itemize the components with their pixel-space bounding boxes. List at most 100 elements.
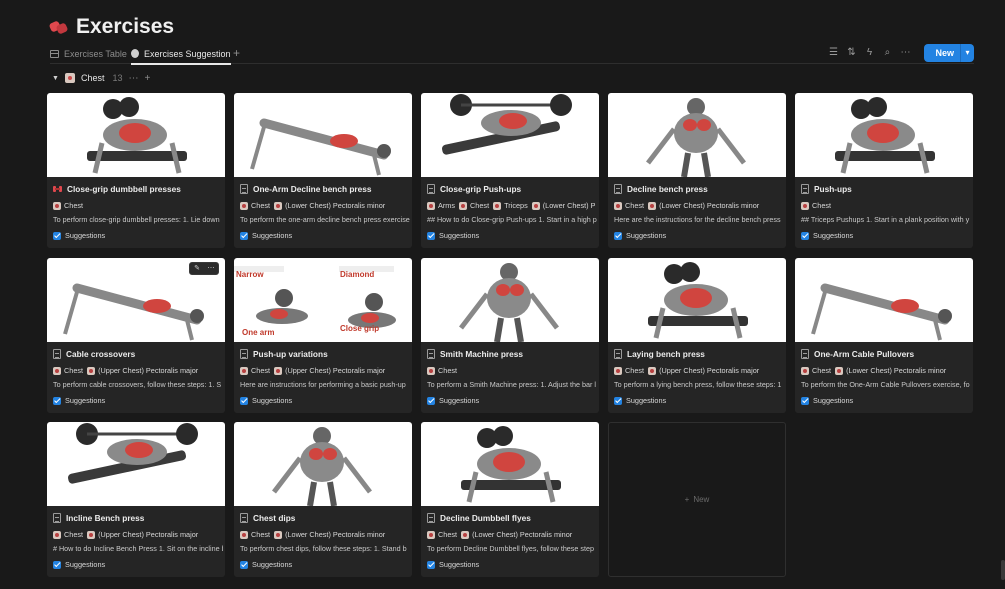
exercise-card[interactable]: Decline bench press Chest (Lower Chest) Pe…: [608, 93, 786, 248]
exercise-card[interactable]: Smith Machine press Chest To perform a Smi…: [421, 258, 599, 413]
muscle-tag[interactable]: (Lower Chest) Pectoralis minor: [274, 201, 385, 210]
filter-icon[interactable]: ☰: [828, 47, 838, 59]
muscle-tag[interactable]: Chest: [240, 201, 270, 210]
muscle-icon: [801, 366, 809, 375]
muscle-icon: [493, 201, 502, 210]
suggestions-checkbox[interactable]: [801, 396, 809, 405]
search-icon[interactable]: ⌕: [882, 47, 892, 59]
muscle-tag[interactable]: Chest: [614, 201, 644, 210]
automation-icon[interactable]: ϟ: [864, 47, 874, 59]
muscle-tag[interactable]: Chest: [614, 366, 644, 375]
suggestions-property: Suggestions: [614, 395, 666, 406]
muscle-icon: [835, 366, 844, 375]
muscle-tag[interactable]: (Upper Chest) Pectoralis major: [87, 530, 198, 539]
card-description: Here are the instructions for the declin…: [614, 215, 781, 224]
suggestions-checkbox[interactable]: [240, 560, 248, 569]
scrollbar[interactable]: [1001, 560, 1005, 580]
muscle-tag[interactable]: Chest: [240, 530, 270, 539]
group-more-icon[interactable]: ⋯: [128, 73, 138, 84]
page-title[interactable]: Exercises: [76, 15, 174, 39]
muscle-tag-label: (Lower Chest) Pectoralis minor: [285, 201, 386, 210]
exercise-card[interactable]: Decline Dumbbell flyes Chest (Lower Chest)…: [421, 422, 599, 577]
muscle-icon: [648, 366, 657, 375]
exercise-card[interactable]: One-Arm Cable Pullovers Chest (Lower Chest…: [795, 258, 973, 413]
muscle-tag[interactable]: (Lower Chest) Pe: [531, 201, 595, 210]
edit-icon[interactable]: ✎: [190, 263, 204, 274]
muscle-icon: [53, 201, 61, 210]
exercise-cover-image: [234, 422, 412, 506]
new-card-label: New: [693, 495, 710, 504]
card-description: To perform chest dips, follow these step…: [240, 544, 407, 553]
muscle-tag[interactable]: (Lower Chest) Pectoralis minor: [648, 201, 759, 210]
suggestions-checkbox[interactable]: [240, 396, 248, 405]
muscle-tag[interactable]: Chest: [427, 366, 457, 375]
more-icon[interactable]: ⋯: [204, 263, 218, 274]
document-icon: [427, 348, 435, 359]
suggestions-checkbox[interactable]: [801, 231, 809, 240]
add-view-button[interactable]: +: [233, 46, 240, 60]
page-header: Exercises: [48, 12, 174, 42]
muscle-tag[interactable]: Chest: [801, 201, 831, 210]
muscle-tag-label: Chest: [64, 366, 84, 375]
muscle-tag[interactable]: (Upper Chest) Pectoralis major: [648, 366, 759, 375]
muscle-tag[interactable]: (Lower Chest) Pectoralis minor: [274, 530, 385, 539]
muscle-tag[interactable]: Triceps: [493, 201, 528, 210]
exercise-card[interactable]: Chest dips Chest (Lower Chest) Pectoralis …: [234, 422, 412, 577]
muscle-tag[interactable]: Arms: [427, 201, 455, 210]
muscle-icon: [53, 366, 61, 375]
exercise-card[interactable]: Incline Bench press Chest (Upper Chest) Pe…: [47, 422, 225, 577]
muscle-tag[interactable]: Chest: [427, 530, 457, 539]
more-icon[interactable]: ⋯: [900, 47, 910, 59]
new-button[interactable]: New ▾: [924, 44, 974, 62]
suggestions-checkbox[interactable]: [240, 231, 248, 240]
muscle-tag[interactable]: (Lower Chest) Pectoralis minor: [835, 366, 946, 375]
exercise-card[interactable]: ✎ ⋯ Cable crossovers Chest (Upper Chest) Pec…: [47, 258, 225, 413]
suggestions-checkbox[interactable]: [53, 231, 61, 240]
document-icon: [427, 512, 435, 523]
exercise-cover-image: [421, 422, 599, 506]
suggestions-checkbox[interactable]: [427, 396, 435, 405]
muscle-tag[interactable]: Chest: [53, 366, 83, 375]
collapse-toggle-icon[interactable]: ▼: [52, 75, 59, 82]
toolbar: ☰ ⇅ ϟ ⌕ ⋯ New ▾: [828, 44, 974, 62]
muscle-tag-label: Chest: [438, 530, 458, 539]
tab-exercises-table[interactable]: Exercises Table: [50, 44, 127, 64]
document-icon: [614, 183, 622, 194]
muscle-tag[interactable]: Chest: [459, 201, 489, 210]
muscle-tag[interactable]: Chest: [53, 530, 83, 539]
muscle-tag[interactable]: (Upper Chest) Pectoralis major: [274, 366, 385, 375]
suggestions-checkbox[interactable]: [53, 396, 61, 405]
exercise-card[interactable]: Push-ups Chest ## Triceps Pushups 1. Start…: [795, 93, 973, 248]
lightbulb-icon: [131, 49, 139, 58]
muscle-tag[interactable]: (Lower Chest) Pectoralis minor: [461, 530, 572, 539]
muscle-tag[interactable]: Chest: [53, 201, 83, 210]
muscle-tag[interactable]: Chest: [801, 366, 831, 375]
plus-icon: +: [684, 495, 690, 504]
suggestions-checkbox[interactable]: [427, 231, 435, 240]
chevron-down-icon[interactable]: ▾: [960, 44, 974, 62]
exercise-card[interactable]: Close-grip Push-ups Arms Chest Triceps (Lowe…: [421, 93, 599, 248]
muscle-tag-label: (Upper Chest) Pectoralis major: [98, 530, 199, 539]
muscle-tag-label: Chest: [251, 366, 271, 375]
muscle-tag-label: (Upper Chest) Pectoralis major: [285, 366, 386, 375]
sort-icon[interactable]: ⇅: [846, 47, 856, 59]
group-add-icon[interactable]: +: [144, 73, 150, 84]
suggestions-label: Suggestions: [65, 560, 106, 569]
exercise-card[interactable]: Laying bench press Chest (Upper Chest) Pec…: [608, 258, 786, 413]
suggestions-checkbox[interactable]: [614, 396, 622, 405]
exercise-card[interactable]: Close-grip dumbbell presses Chest To perfo…: [47, 93, 225, 248]
suggestions-checkbox[interactable]: [427, 560, 435, 569]
exercise-cover-image: Narrow Diamond One arm Close grip: [234, 258, 412, 342]
tab-exercises-suggestion[interactable]: Exercises Suggestion: [131, 44, 231, 65]
card-title-row: Decline Dumbbell flyes: [427, 511, 595, 524]
cover-caption: Narrow: [236, 270, 264, 279]
suggestions-checkbox[interactable]: [614, 231, 622, 240]
muscle-tag[interactable]: Chest: [240, 366, 270, 375]
muscle-tag[interactable]: (Upper Chest) Pectoralis major: [87, 366, 198, 375]
new-card-button[interactable]: + New: [608, 422, 786, 577]
card-title-row: Close-grip dumbbell presses: [53, 182, 221, 195]
exercise-card[interactable]: Narrow Diamond One arm Close grip Push-up va…: [234, 258, 412, 413]
exercise-card[interactable]: One-Arm Decline bench press Chest (Lower C…: [234, 93, 412, 248]
muscle-icon: [240, 530, 248, 539]
suggestions-checkbox[interactable]: [53, 560, 61, 569]
